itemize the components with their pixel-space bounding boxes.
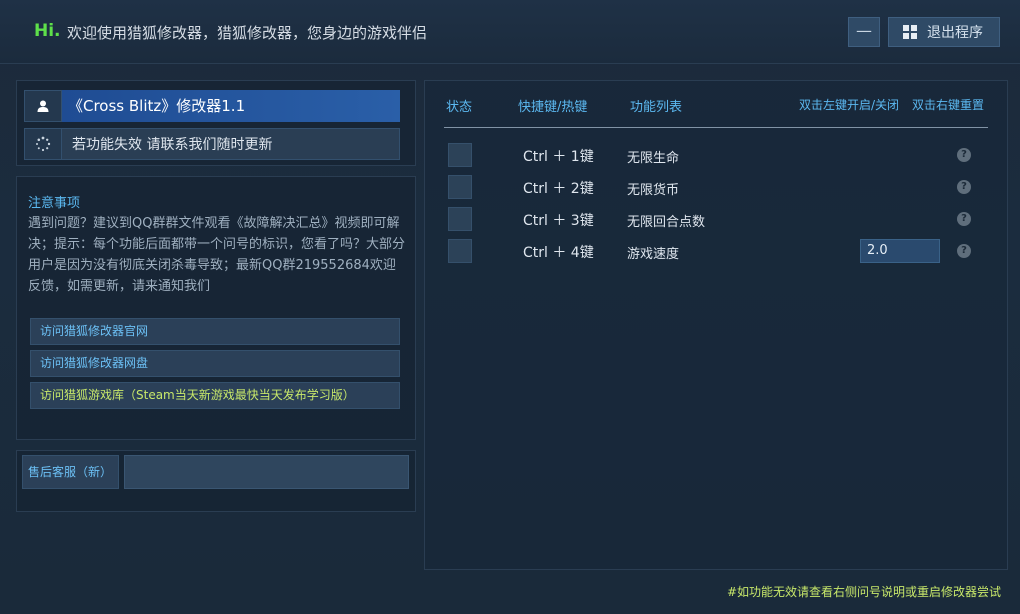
notes-title: 注意事项 bbox=[28, 196, 81, 211]
official-site-link[interactable]: 访问猎狐修改器官网 bbox=[30, 318, 400, 345]
exit-button[interactable]: 退出程序 bbox=[888, 17, 1000, 47]
feature-label[interactable]: 无限生命 bbox=[627, 147, 679, 166]
hotkey-label: Ctrl ＋ 4键 bbox=[523, 245, 594, 261]
column-features: 功能列表 bbox=[630, 100, 683, 115]
update-notice-row: 若功能失效 请联系我们随时更新 bbox=[24, 128, 400, 160]
state-toggle[interactable] bbox=[448, 143, 472, 167]
reset-hint: 双击右键重置 bbox=[912, 98, 985, 112]
help-icon[interactable]: ? bbox=[957, 244, 971, 258]
game-title: 《Cross Blitz》修改器1.1 bbox=[62, 90, 400, 122]
feature-label[interactable]: 游戏速度 bbox=[627, 243, 679, 262]
customer-service-button[interactable]: 售后客服（新） bbox=[22, 455, 119, 489]
exit-button-label: 退出程序 bbox=[927, 25, 983, 41]
hotkey-label: Ctrl ＋ 2键 bbox=[523, 181, 594, 197]
service-info-box bbox=[124, 455, 409, 489]
game-title-row: 《Cross Blitz》修改器1.1 bbox=[24, 90, 400, 122]
minimize-button[interactable]: — bbox=[848, 17, 880, 47]
user-icon bbox=[24, 90, 62, 122]
game-library-link[interactable]: 访问猎狐游戏库（Steam当天新游戏最快当天发布学习版） bbox=[30, 382, 400, 409]
state-toggle[interactable] bbox=[448, 175, 472, 199]
windows-icon bbox=[903, 25, 917, 39]
state-toggle[interactable] bbox=[448, 207, 472, 231]
feature-label[interactable]: 无限货币 bbox=[627, 179, 679, 198]
welcome-text: 欢迎使用猎狐修改器，猎狐修改器，您身边的游戏伴侣 bbox=[67, 24, 428, 42]
column-hotkey: 快捷键/热键 bbox=[518, 100, 588, 115]
help-icon[interactable]: ? bbox=[957, 148, 971, 162]
hi-label: Hi. bbox=[34, 21, 61, 41]
column-state: 状态 bbox=[446, 100, 473, 115]
update-notice: 若功能失效 请联系我们随时更新 bbox=[62, 128, 400, 160]
footer-hint: #如功能无效请查看右侧问号说明或重启修改器尝试 bbox=[727, 585, 1002, 599]
netdisk-link[interactable]: 访问猎狐修改器网盘 bbox=[30, 350, 400, 377]
feature-label[interactable]: 无限回合点数 bbox=[627, 211, 705, 230]
help-icon[interactable]: ? bbox=[957, 212, 971, 226]
help-icon[interactable]: ? bbox=[957, 180, 971, 194]
header-divider bbox=[444, 127, 988, 128]
title-bar: Hi. 欢迎使用猎狐修改器，猎狐修改器，您身边的游戏伴侣 — 退出程序 bbox=[0, 0, 1020, 64]
state-toggle[interactable] bbox=[448, 239, 472, 263]
notes-body: 遇到问题？建议到QQ群群文件观看《故障解决汇总》视频即可解决；提示：每个功能后面… bbox=[28, 216, 406, 294]
features-panel bbox=[424, 80, 1008, 570]
hotkey-label: Ctrl ＋ 3键 bbox=[523, 213, 594, 229]
toggle-hint: 双击左键开启/关闭 bbox=[799, 98, 900, 112]
game-speed-input[interactable]: 2.0 bbox=[860, 239, 940, 263]
loading-icon bbox=[24, 128, 62, 160]
hotkey-label: Ctrl ＋ 1键 bbox=[523, 149, 594, 165]
